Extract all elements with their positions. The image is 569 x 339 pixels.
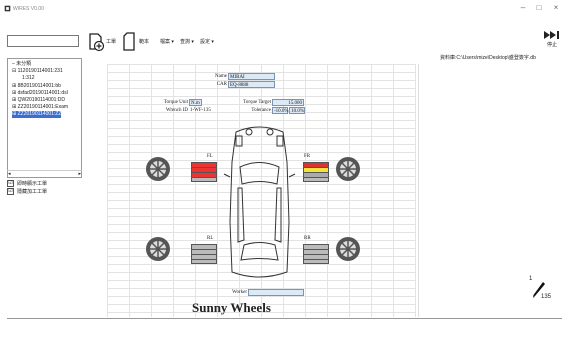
wheel-fl-icon <box>146 157 170 181</box>
checkbox-box[interactable]: ☑ <box>7 188 14 195</box>
tree-item[interactable]: ⊞ dsfad20190114001:dsl <box>12 90 68 97</box>
grid-vline <box>415 64 416 317</box>
database-path: 資料庫:C:\Users\mize\Desktop\盛登簽字.db <box>440 55 536 61</box>
fast-forward-icon <box>544 31 559 39</box>
hide-processed-checkbox[interactable]: ☑ 隱藏加工工單 <box>7 188 47 195</box>
torque-target-label: Torque Target <box>243 100 271 105</box>
tree-item[interactable]: – 未分類 <box>12 61 31 68</box>
rl-label: RL <box>207 236 214 241</box>
tree-horizontal-scrollbar[interactable]: ◂ ▸ <box>7 170 82 179</box>
fr-label: FR <box>304 154 311 159</box>
grid-hline <box>107 64 415 65</box>
name-label: Name <box>215 74 227 79</box>
stop-label: 停止 <box>546 42 557 48</box>
checkbox-box[interactable]: ☑ <box>7 180 14 187</box>
car-top-view-icon <box>223 126 296 278</box>
rr-torque-cells <box>303 244 329 264</box>
close-button[interactable]: × <box>550 3 562 13</box>
stop-button[interactable]: 停止 <box>540 31 564 48</box>
maximize-button[interactable]: □ <box>533 3 545 13</box>
menu-query[interactable]: 查詢 ▾ <box>180 38 194 45</box>
badge-bottom-number: 135 <box>541 294 552 300</box>
torque-cell <box>191 177 217 182</box>
worker-field[interactable] <box>248 289 304 296</box>
tolerance-high-field[interactable]: 10.0% <box>289 107 305 114</box>
name-field[interactable]: MIRAI <box>228 73 275 80</box>
rl-torque-cells <box>191 244 217 264</box>
minimize-button[interactable]: – <box>517 3 529 13</box>
spreadsheet-area[interactable]: Name MIRAI CAR EQ-8888 Torque Unit N.m T… <box>107 64 416 317</box>
torque-cell <box>303 177 329 182</box>
rr-label: RR <box>304 236 311 241</box>
worker-label: Worker <box>232 290 247 295</box>
pane-divider <box>418 64 419 317</box>
workorder-tree[interactable]: – 未分類 ⊟ 1120190114001:231 1:312 ⊞ 8B2019… <box>7 58 82 178</box>
workorder-button[interactable]: 工單 <box>106 38 116 45</box>
window-title: WIRES V0.00 <box>13 6 44 12</box>
new-workorder-icon[interactable] <box>88 32 105 52</box>
torque-cell <box>191 259 217 264</box>
wrench-status-badge[interactable]: 1 135 <box>528 276 554 302</box>
title-bar <box>0 0 569 22</box>
grid-hline <box>107 120 415 121</box>
wheel-fr-icon <box>336 157 360 181</box>
menu-file[interactable]: 檔案 ▾ <box>160 38 174 45</box>
wrench-id-label: Wrench ID <box>165 108 188 113</box>
scroll-left-icon[interactable]: ◂ <box>8 171 11 177</box>
wheel-rr-icon <box>336 237 360 261</box>
tolerance-low-field[interactable]: -10.0% <box>272 107 289 114</box>
scroll-right-icon[interactable]: ▸ <box>78 171 81 177</box>
search-input[interactable] <box>7 35 79 47</box>
template-icon[interactable] <box>122 32 136 52</box>
grid-hline <box>107 296 415 297</box>
grid-hline <box>107 88 415 89</box>
status-divider <box>7 318 562 319</box>
car-field[interactable]: EQ-8888 <box>228 81 275 88</box>
torque-unit-field[interactable]: N.m <box>189 99 202 106</box>
fl-label: FL <box>207 154 213 159</box>
tree-item[interactable]: 1:312 <box>22 75 35 82</box>
tree-item[interactable]: ⊞ QW20190114001:DD <box>12 97 65 104</box>
wheel-rl-icon <box>146 237 170 261</box>
torque-target-field[interactable]: 15.000 <box>272 99 304 106</box>
tree-item[interactable]: ⊟ 1120190114001:231 <box>12 68 63 75</box>
realtime-checkbox[interactable]: ☑ 即時顯示工單 <box>7 180 47 187</box>
fr-torque-cells <box>303 162 329 182</box>
tolerance-label: Tolerance <box>251 108 271 113</box>
car-label: CAR <box>216 82 227 87</box>
tree-item[interactable]: ⊞ ZZ20190114001:Exam <box>12 104 68 111</box>
grid-hline <box>107 96 415 97</box>
tree-item-selected[interactable]: ⊞ ZZ20190114001:ZZ <box>12 111 62 118</box>
torque-unit-label: Torque Unit <box>163 100 188 105</box>
brand-title: Sunny Wheels <box>192 300 271 315</box>
menu-settings[interactable]: 設定 ▾ <box>200 38 214 45</box>
template-button[interactable]: 範本 <box>139 38 149 45</box>
fl-torque-cells <box>191 162 217 182</box>
wrench-id-value: 1-WF-135 <box>190 108 211 113</box>
tree-item[interactable]: ⊞ 8B20190114001:bb <box>12 83 61 90</box>
app-logo-icon <box>4 5 11 12</box>
torque-cell <box>303 259 329 264</box>
